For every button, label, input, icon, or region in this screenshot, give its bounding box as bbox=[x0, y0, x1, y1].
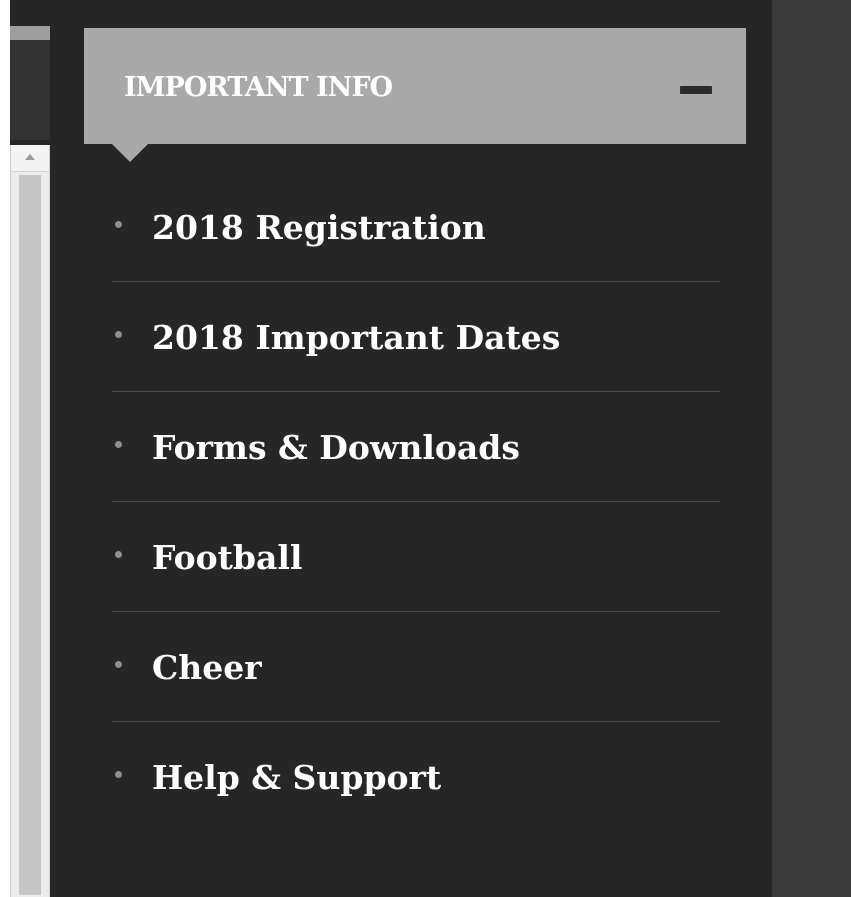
right-background-edge bbox=[772, 0, 851, 897]
menu-item-label[interactable]: 2018 Important Dates bbox=[152, 318, 560, 357]
bullet-icon bbox=[115, 331, 122, 338]
bullet-icon bbox=[115, 771, 122, 778]
scrollbar-thumb[interactable] bbox=[19, 175, 41, 895]
menu-item-label[interactable]: Forms & Downloads bbox=[152, 428, 520, 467]
menu-item-forms-downloads[interactable]: Forms & Downloads bbox=[112, 392, 720, 502]
bullet-icon bbox=[115, 551, 122, 558]
menu-item-label[interactable]: Cheer bbox=[152, 648, 262, 687]
left-pane-band bbox=[10, 40, 50, 140]
scroll-up-arrow-icon[interactable] bbox=[11, 145, 49, 172]
bullet-icon bbox=[115, 661, 122, 668]
minus-icon[interactable] bbox=[680, 86, 712, 94]
menu-item-2018-important-dates[interactable]: 2018 Important Dates bbox=[112, 282, 720, 392]
important-info-menu: 2018 Registration 2018 Important Dates F… bbox=[112, 172, 720, 832]
menu-item-cheer[interactable]: Cheer bbox=[112, 612, 720, 722]
bullet-icon bbox=[115, 441, 122, 448]
left-pane-strip bbox=[10, 26, 50, 40]
vertical-scrollbar[interactable] bbox=[10, 145, 50, 897]
important-info-panel: IMPORTANT INFO 2018 Registration 2018 Im… bbox=[84, 28, 746, 897]
important-info-header[interactable]: IMPORTANT INFO bbox=[84, 28, 746, 162]
menu-item-2018-registration[interactable]: 2018 Registration bbox=[112, 172, 720, 282]
bullet-icon bbox=[115, 221, 122, 228]
panel-title: IMPORTANT INFO bbox=[124, 72, 393, 103]
menu-item-help-support[interactable]: Help & Support bbox=[112, 722, 720, 832]
menu-item-football[interactable]: Football bbox=[112, 502, 720, 612]
menu-item-label[interactable]: 2018 Registration bbox=[152, 208, 486, 247]
window-frame-left bbox=[0, 0, 10, 897]
menu-item-label[interactable]: Help & Support bbox=[152, 758, 441, 797]
menu-item-label[interactable]: Football bbox=[152, 538, 302, 577]
